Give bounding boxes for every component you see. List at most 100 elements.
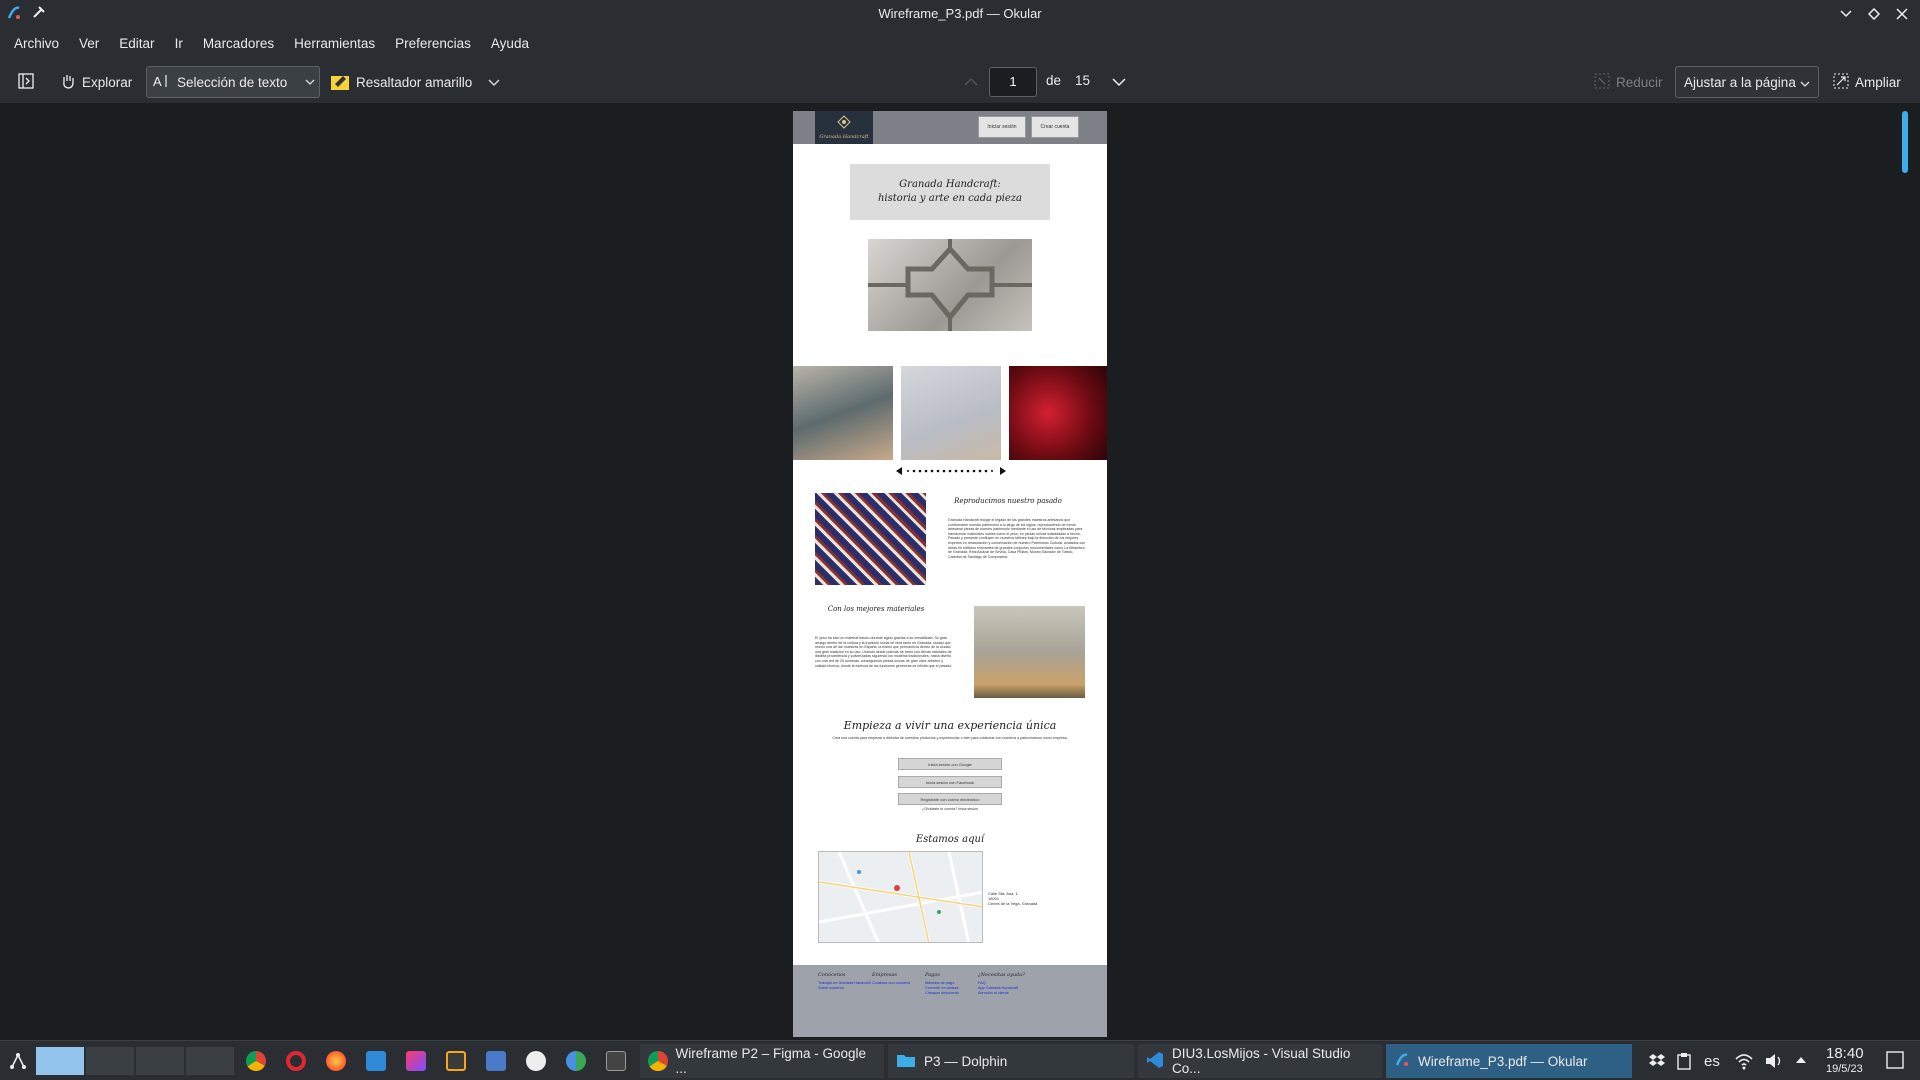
sidebar-toggle-button[interactable] xyxy=(12,66,40,98)
page-total-label: 15 xyxy=(1075,73,1091,88)
footer-col-3: Pagos Métodos de pago Convertir en divis… xyxy=(925,972,959,996)
menu-herramientas[interactable]: Herramientas xyxy=(284,30,385,58)
menu-marcadores[interactable]: Marcadores xyxy=(193,30,284,58)
section2-image xyxy=(974,606,1085,698)
clock-time[interactable]: 18:40 xyxy=(1826,1045,1864,1062)
section1-image xyxy=(815,493,926,585)
folder-icon xyxy=(896,1052,916,1071)
footer-col-heading: Conócenos xyxy=(818,972,846,978)
section2-text: El yeso ha sido un material básico duran… xyxy=(815,636,953,668)
dropbox-icon[interactable] xyxy=(1648,1052,1666,1075)
zoom-mode-select[interactable]: Ajustar a la página xyxy=(1675,66,1819,98)
maximize-button[interactable] xyxy=(1864,4,1884,24)
highlighter-dropdown[interactable] xyxy=(482,66,506,98)
menu-editar[interactable]: Editar xyxy=(109,30,164,58)
chevron-up-icon xyxy=(964,75,978,90)
zoom-out-button[interactable]: Reducir xyxy=(1588,66,1669,98)
task-label: DIU3.LosMijos - Visual Studio Co... xyxy=(1172,1046,1351,1076)
menu-ayuda[interactable]: Ayuda xyxy=(481,30,539,58)
menu-ver[interactable]: Ver xyxy=(69,30,109,58)
next-page-button[interactable] xyxy=(1106,66,1132,98)
earth-icon[interactable] xyxy=(566,1051,586,1071)
doc-login-button: Iniciar sesión xyxy=(978,116,1026,138)
address-line3: Cenes de la Vega, Granada xyxy=(988,901,1038,906)
wifi-icon[interactable] xyxy=(1734,1052,1754,1075)
volume-icon[interactable] xyxy=(1764,1052,1784,1075)
doc-footer: Conócenos Trabajar en Granada Handcraft … xyxy=(793,965,1107,1037)
hero-title-line1: Granada Handcraft: xyxy=(899,179,1001,190)
highlighter-tool-label: Resaltador amarillo xyxy=(356,74,473,90)
keyboard-layout-indicator[interactable]: es xyxy=(1704,1053,1720,1070)
text-select-icon: A xyxy=(153,73,171,92)
section2-title: Con los mejores materiales xyxy=(827,605,925,613)
task-figma-chrome[interactable]: Wireframe P2 – Figma - Google ... xyxy=(640,1044,884,1078)
page-number-input[interactable]: 1 xyxy=(989,67,1037,97)
taskbar: Wireframe P2 – Figma - Google ... P3 — D… xyxy=(0,1040,1920,1080)
app-launcher-button[interactable] xyxy=(8,1051,28,1076)
sublime-icon[interactable] xyxy=(446,1051,466,1071)
window-title: Wireframe_P3.pdf — Okular xyxy=(878,6,1042,21)
virtual-desktop-1[interactable] xyxy=(36,1047,84,1075)
doc-signup-button: Crear cuenta xyxy=(1031,116,1079,138)
virtual-desktop-4[interactable] xyxy=(186,1047,234,1075)
writer-icon[interactable] xyxy=(486,1051,506,1071)
vscode-icon[interactable] xyxy=(366,1051,386,1071)
hand-icon xyxy=(60,73,76,92)
launcher-icon xyxy=(8,1053,28,1075)
footer-col-4: ¿Necesitas ayuda? FAQ App Granada Handcr… xyxy=(978,972,1025,996)
mongodb-icon[interactable] xyxy=(526,1051,546,1071)
okular-icon xyxy=(1394,1052,1410,1071)
pdf-page[interactable]: Granada Handcraft Iniciar sesión Crear c… xyxy=(793,111,1107,1037)
opera-icon[interactable] xyxy=(286,1051,306,1071)
footer-link: Sobre nosotros xyxy=(818,986,844,990)
highlighter-icon xyxy=(330,71,350,94)
cta-subtitle: Crea una cuenta para empezar a disfrutar… xyxy=(832,736,1068,740)
clipboard-icon[interactable] xyxy=(1676,1052,1692,1075)
menu-ir[interactable]: Ir xyxy=(165,30,193,58)
show-desktop-button[interactable] xyxy=(1886,1051,1904,1074)
map-title: Estamos aquí xyxy=(915,834,985,845)
zoom-in-button[interactable]: Ampliar xyxy=(1827,66,1907,98)
page-of-label: de xyxy=(1046,73,1062,88)
section1-title: Reproducimos nuestro pasado xyxy=(954,497,1062,505)
close-button[interactable] xyxy=(1892,4,1912,24)
chevron-down-icon xyxy=(1800,75,1810,90)
cta-title: Empieza a vivir una experiencia única xyxy=(843,719,1057,732)
text-select-tool-button[interactable]: A Selección de texto xyxy=(146,66,319,98)
chrome-icon[interactable] xyxy=(246,1051,266,1071)
firefox-icon[interactable] xyxy=(326,1051,346,1071)
hero-image xyxy=(868,239,1032,331)
doc-hero-box: Granada Handcraft: historia y arte en ca… xyxy=(850,164,1050,220)
logo-text: Granada Handcraft xyxy=(819,134,869,140)
svg-text:A: A xyxy=(153,74,162,89)
task-label: Wireframe_P3.pdf — Okular xyxy=(1418,1053,1588,1069)
carousel-image-2 xyxy=(901,366,1001,460)
task-vscode[interactable]: DIU3.LosMijos - Visual Studio Co... xyxy=(1138,1044,1382,1078)
footer-link: Cheques descuento xyxy=(925,991,959,995)
task-okular[interactable]: Wireframe_P3.pdf — Okular xyxy=(1386,1044,1632,1078)
task-dolphin[interactable]: P3 — Dolphin xyxy=(888,1044,1134,1078)
footer-col-heading: Empresas xyxy=(872,972,898,978)
auth-note: ¿Olvidaste tu cuenta? Inicia sesión xyxy=(922,807,978,811)
vertical-scrollbar[interactable] xyxy=(1902,111,1908,173)
virtual-desktop-3[interactable] xyxy=(136,1047,184,1075)
minimize-button[interactable] xyxy=(1836,4,1856,24)
tray-expand-icon[interactable] xyxy=(1794,1053,1808,1072)
intellij-icon[interactable] xyxy=(406,1051,426,1071)
text-select-dropdown[interactable] xyxy=(300,66,320,98)
sidebar-icon xyxy=(18,72,34,92)
zoom-out-label: Reducir xyxy=(1616,74,1663,90)
terminal-icon[interactable] xyxy=(606,1051,626,1071)
clock-date[interactable]: 19/5/23 xyxy=(1826,1063,1863,1075)
carousel-image-3 xyxy=(1009,366,1107,460)
menu-preferencias[interactable]: Preferencias xyxy=(385,30,481,58)
previous-page-button[interactable] xyxy=(958,66,984,98)
menu-archivo[interactable]: Archivo xyxy=(4,30,69,58)
carousel-dots xyxy=(896,462,1006,475)
doc-logo: Granada Handcraft xyxy=(815,111,873,144)
zoom-in-label: Ampliar xyxy=(1855,74,1901,90)
browse-tool-button[interactable]: Explorar xyxy=(54,66,138,98)
highlighter-tool-button[interactable]: Resaltador amarillo xyxy=(324,66,478,98)
footer-link: Colabora con nosotros xyxy=(872,981,911,985)
virtual-desktop-2[interactable] xyxy=(86,1047,134,1075)
